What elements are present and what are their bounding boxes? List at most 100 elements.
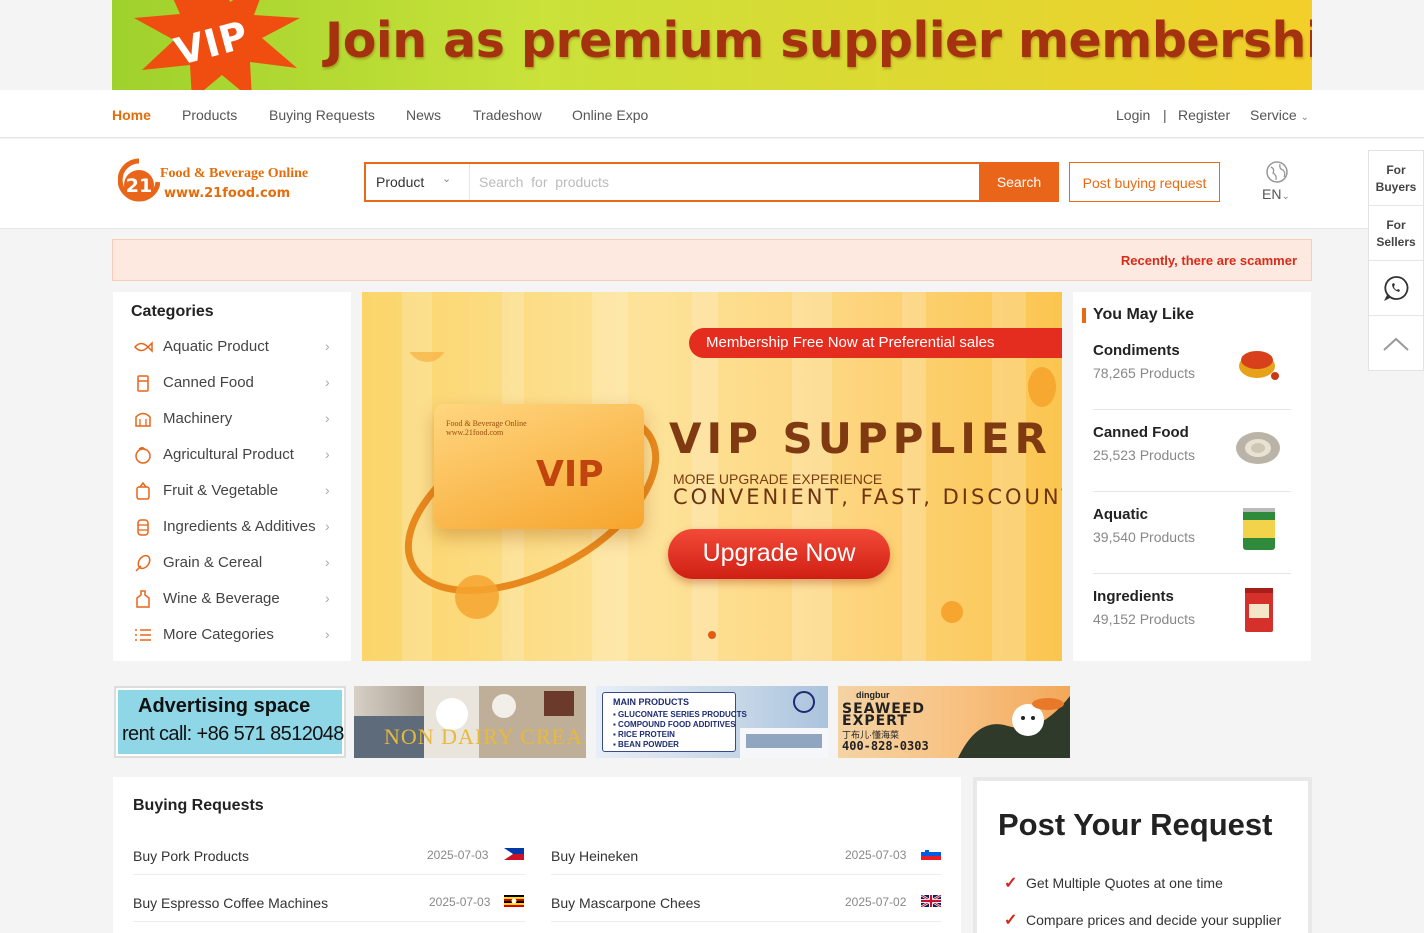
for-buyers-line1: For: [1386, 163, 1406, 177]
search-input[interactable]: [471, 164, 979, 200]
category-machinery[interactable]: Machinery ›: [113, 401, 351, 437]
whatsapp-button[interactable]: [1369, 261, 1423, 316]
search-type-select[interactable]: Product ⌄: [366, 164, 470, 200]
jar-icon: [137, 519, 149, 536]
back-to-top-button[interactable]: [1369, 316, 1423, 371]
hero-carousel[interactable]: Food & Beverage Online www.21food.com VIP…: [362, 292, 1062, 661]
request-name: Buy Espresso Coffee Machines: [133, 895, 329, 911]
yml-name: Ingredients: [1093, 588, 1174, 605]
request-name: Buy Mascarpone Chees: [551, 895, 701, 911]
yml-item-condiments[interactable]: Condiments 78,265 Products: [1093, 328, 1291, 410]
category-grain-cereal[interactable]: Grain & Cereal ›: [113, 545, 351, 581]
yml-item-canned-food[interactable]: Canned Food 25,523 Products: [1093, 410, 1291, 492]
yml-name: Condiments: [1093, 342, 1180, 359]
nav-buying-requests[interactable]: Buying Requests: [269, 107, 375, 123]
ad4-title-line2: EXPERT: [842, 713, 908, 729]
card-brand-name: Food & Beverage Online: [446, 419, 527, 428]
ad2-text: NON DAIRY CREAMER: [384, 724, 586, 749]
bottle-icon: [136, 590, 150, 608]
category-fruit-vegetable[interactable]: Fruit & Vegetable ›: [113, 473, 351, 509]
request-date: 2025-07-02: [845, 895, 907, 909]
category-label: Canned Food: [163, 374, 254, 391]
yml-name: Canned Food: [1093, 424, 1189, 441]
buying-request-row[interactable]: Buy Espresso Coffee Machines 2025-07-03: [133, 875, 525, 922]
category-label: Grain & Cereal: [163, 554, 263, 571]
yml-count: 25,523 Products: [1093, 447, 1195, 463]
ad3-product-list: MAIN PRODUCTS ▪ GLUCONATE SERIES PRODUCT…: [602, 692, 747, 752]
logo-url[interactable]: www.21food.com: [164, 186, 290, 201]
grain-icon: [135, 554, 151, 572]
scam-notice-bar: Recently, there are scammer: [112, 239, 1312, 281]
language-label: EN: [1262, 186, 1282, 202]
chevron-right-icon: ›: [325, 338, 330, 354]
seaweed-expert-ad[interactable]: dingbur SEAWEED EXPERT 丁布儿·懂海菜 400-828-03…: [838, 686, 1070, 758]
building-image: [740, 691, 828, 758]
machine-icon: [135, 412, 151, 427]
service-label: Service: [1250, 107, 1297, 123]
uk-flag-icon: [921, 895, 941, 907]
category-label: More Categories: [163, 626, 274, 643]
language-select[interactable]: EN⌄: [1262, 186, 1290, 202]
search-button[interactable]: Search: [979, 162, 1059, 202]
register-link[interactable]: Register: [1178, 107, 1230, 123]
category-agricultural-product[interactable]: Agricultural Product ›: [113, 437, 351, 473]
non-dairy-creamer-ad[interactable]: NON DAIRY CREAMER: [354, 686, 586, 758]
nav-home[interactable]: Home: [112, 107, 151, 123]
coin-icon: [941, 601, 963, 623]
notice-text[interactable]: Recently, there are scammer: [1121, 253, 1297, 268]
logo-title[interactable]: Food & Beverage Online: [160, 166, 308, 182]
buying-request-row[interactable]: Buy Mascarpone Chees 2025-07-02: [551, 875, 941, 922]
for-sellers-link[interactable]: For Sellers: [1369, 206, 1423, 261]
nav-news[interactable]: News: [406, 107, 441, 123]
ad4-brand: dingbur: [856, 690, 890, 700]
nav-online-expo[interactable]: Online Expo: [572, 107, 648, 123]
category-ingredients-additives[interactable]: Ingredients & Additives ›: [113, 509, 351, 545]
service-menu[interactable]: Service ⌄: [1250, 107, 1309, 123]
chevron-up-icon: [1383, 337, 1409, 351]
upgrade-now-button[interactable]: Upgrade Now: [668, 529, 890, 579]
request-date: 2025-07-03: [845, 848, 907, 862]
nav-products[interactable]: Products: [182, 107, 237, 123]
advertising-space-ad[interactable]: Advertising space rent call: +86 571 851…: [114, 686, 346, 758]
ad1-phone: rent call: +86 571 85120489: [122, 723, 346, 745]
leaf-icon: [135, 446, 151, 464]
chevron-right-icon: ›: [325, 482, 330, 498]
fish-icon: [134, 341, 153, 353]
ad3-line: ▪ RICE PROTEIN: [613, 730, 675, 739]
fruit-icon: [136, 481, 150, 500]
category-more[interactable]: More Categories ›: [113, 617, 351, 653]
hero-subtitle-2: CONVENIENT, FAST, DISCOUNT: [673, 485, 1062, 509]
globe-icon[interactable]: [1265, 160, 1289, 184]
yml-count: 78,265 Products: [1093, 365, 1195, 381]
login-link[interactable]: Login: [1116, 107, 1150, 123]
side-float-panel: For Buyers For Sellers: [1368, 150, 1424, 371]
category-label: Fruit & Vegetable: [163, 482, 279, 499]
post-buying-request-button[interactable]: Post buying request: [1069, 162, 1220, 202]
hero-title: VIP SUPPLIER: [669, 414, 1052, 463]
buying-request-row[interactable]: Buy Heineken 2025-07-03: [551, 828, 941, 875]
yml-item-aquatic[interactable]: Aquatic 39,540 Products: [1093, 492, 1291, 574]
chevron-right-icon: ›: [325, 590, 330, 606]
vip-card-image: Food & Beverage Online www.21food.com VIP: [434, 404, 644, 529]
request-name: Buy Pork Products: [133, 848, 249, 864]
buying-request-row[interactable]: Buy Pork Products 2025-07-03: [133, 828, 525, 875]
canned-tin-image: [1243, 508, 1275, 550]
category-canned-food[interactable]: Canned Food ›: [113, 365, 351, 401]
yml-item-ingredients[interactable]: Ingredients 49,152 Products: [1093, 574, 1291, 656]
checkmark-icon: ✓: [1004, 912, 1018, 929]
top-nav: Home Products Buying Requests News Trade…: [0, 90, 1424, 138]
main-products-ad[interactable]: MAIN PRODUCTS ▪ GLUCONATE SERIES PRODUCT…: [596, 686, 828, 758]
nav-tradeshow[interactable]: Tradeshow: [473, 107, 542, 123]
for-buyers-link[interactable]: For Buyers: [1369, 151, 1423, 206]
vip-membership-banner[interactable]: VIP Join as premium supplier membership: [112, 0, 1312, 90]
category-aquatic-product[interactable]: Aquatic Product ›: [113, 329, 351, 365]
category-label: Wine & Beverage: [163, 590, 280, 607]
logo-icon[interactable]: 21: [118, 157, 160, 207]
chevron-right-icon: ›: [325, 626, 330, 642]
nav-separator: |: [1163, 107, 1167, 123]
chevron-down-icon: ⌄: [1300, 112, 1309, 123]
chevron-down-icon: ⌄: [442, 173, 452, 185]
category-wine-beverage[interactable]: Wine & Beverage ›: [113, 581, 351, 617]
carousel-dot-active[interactable]: [708, 631, 716, 639]
categories-title: Categories: [131, 303, 214, 320]
